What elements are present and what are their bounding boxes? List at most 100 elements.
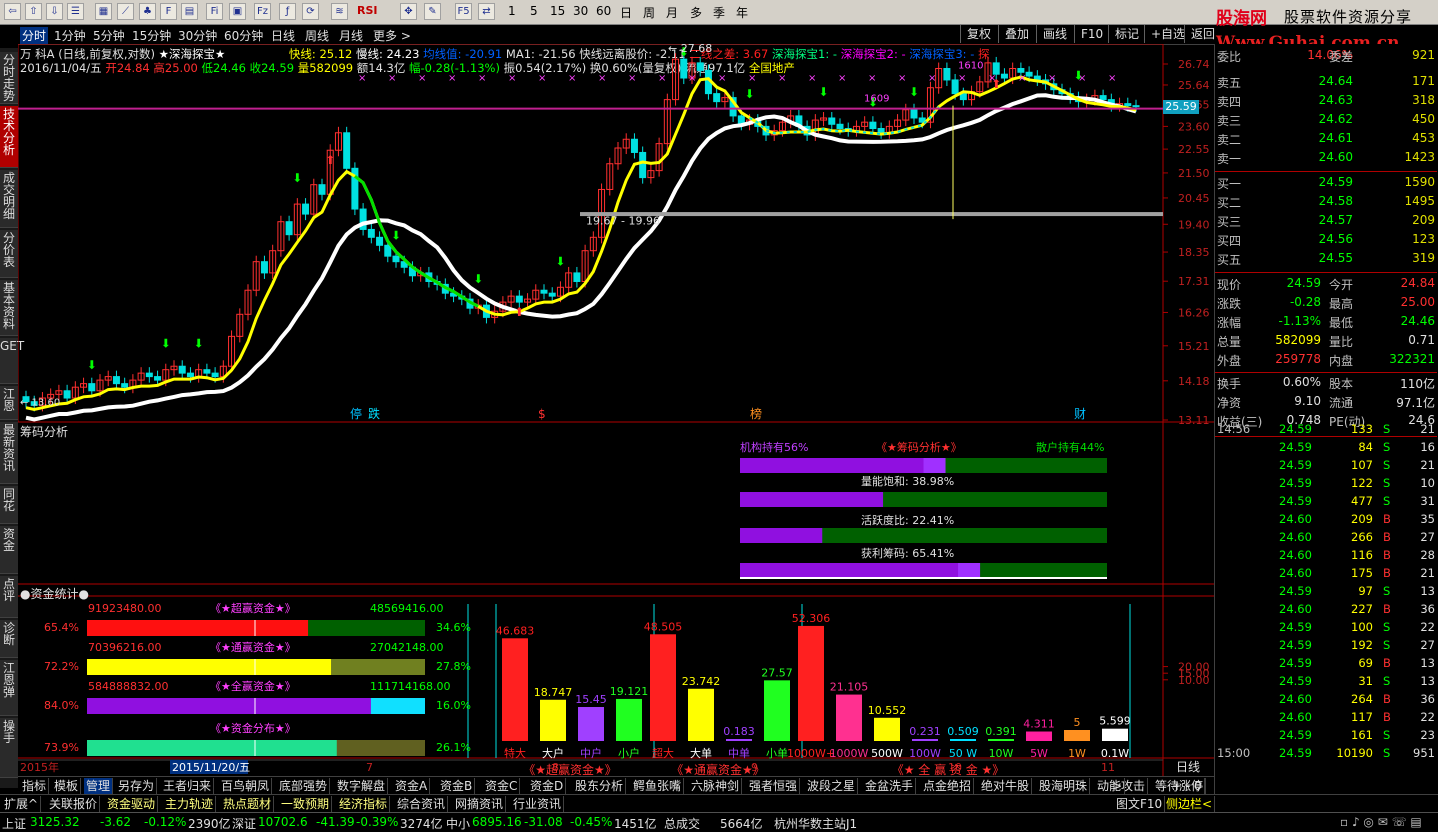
indicator-tab-7[interactable]: 数字解盘 xyxy=(335,778,389,794)
wave-icon[interactable]: ≋ xyxy=(331,3,348,20)
up-icon[interactable]: ⇧ xyxy=(25,3,42,20)
server-name[interactable]: 杭州华数主站J1 xyxy=(774,815,857,832)
indicator-tab-10[interactable]: 资金C xyxy=(483,778,521,794)
extension-tab-8[interactable]: 网摘资讯 xyxy=(453,796,507,812)
indicator-tab-17[interactable]: 金盆洗手 xyxy=(863,778,917,794)
side-tab-7[interactable]: 最新资讯 xyxy=(0,422,18,484)
fiz-icon[interactable]: Fz xyxy=(254,3,271,20)
line-chart-icon[interactable]: ⟋ xyxy=(117,3,134,20)
cycle-month-button[interactable]: 月 xyxy=(666,4,678,21)
overlay-button[interactable]: 叠加 xyxy=(998,25,1035,43)
indicator-tab-6[interactable]: 底部强势 xyxy=(277,778,331,794)
side-tab-8[interactable]: 同花 xyxy=(0,486,18,524)
kline-icon[interactable]: ♣ xyxy=(139,3,156,20)
period-15-button[interactable]: 15 xyxy=(550,4,565,18)
f10-text-button[interactable]: 图文F10 xyxy=(1114,796,1166,812)
cycle-multi-button[interactable]: 多 xyxy=(690,4,702,21)
mark-button[interactable]: 标记 xyxy=(1108,25,1145,43)
indicator-tab-20[interactable]: 股海明珠 xyxy=(1037,778,1091,794)
tab-15min[interactable]: 15分钟 xyxy=(132,27,171,44)
tray-icons[interactable]: ▫ ♪ ◎ ✉ ☏ ▤ xyxy=(1340,815,1422,829)
period-30-button[interactable]: 30 xyxy=(573,4,588,18)
side-tab-9[interactable]: 资金 xyxy=(0,526,18,574)
tab-intraday[interactable]: 分时 xyxy=(20,27,49,44)
period-60-button[interactable]: 60 xyxy=(596,4,611,18)
extension-tab-1[interactable]: 关联报价 xyxy=(47,796,101,812)
zoom-controls[interactable]: + - 0 xyxy=(1170,778,1205,794)
indicator-tab-2[interactable]: 管理 xyxy=(84,778,114,794)
extension-tab-2[interactable]: 资金驱动 xyxy=(105,796,159,812)
draw-line-button[interactable]: 画线 xyxy=(1036,25,1073,43)
side-tab-3[interactable]: 分价表 xyxy=(0,230,18,278)
side-tab-5[interactable]: GET xyxy=(0,338,24,384)
extension-tab-0[interactable]: 扩展^ xyxy=(2,796,42,812)
list-icon[interactable]: ☰ xyxy=(67,3,84,20)
back-button[interactable]: 返回 xyxy=(1184,25,1221,43)
move-icon[interactable]: ✥ xyxy=(400,3,417,20)
tab-5min[interactable]: 5分钟 xyxy=(93,27,125,44)
table-icon[interactable]: ▣ xyxy=(229,3,246,20)
switch-icon[interactable]: ⇄ xyxy=(478,3,495,20)
rsi-button[interactable]: RSI xyxy=(357,4,378,17)
restore-right-button[interactable]: 复权 xyxy=(960,25,997,43)
cycle-year-button[interactable]: 年 xyxy=(736,4,748,21)
extension-tab-5[interactable]: 一致预期 xyxy=(279,796,333,812)
side-tab-12[interactable]: 江恩弹 xyxy=(0,660,18,716)
indicator-tab-1[interactable]: 模板 xyxy=(52,778,82,794)
tab-daily[interactable]: 日线 xyxy=(271,27,295,44)
tabs-scroll-right-icon[interactable]: > xyxy=(1110,778,1126,794)
side-tab-11[interactable]: 诊断 xyxy=(0,620,18,658)
extension-tab-3[interactable]: 主力轨迹 xyxy=(163,796,217,812)
fin-icon[interactable]: Fi xyxy=(206,3,223,20)
f10-button[interactable]: F10 xyxy=(1074,25,1109,43)
indicator-tab-0[interactable]: 指标 xyxy=(20,778,50,794)
cycle-week-button[interactable]: 周 xyxy=(643,4,655,21)
indicator-tab-9[interactable]: 资金B xyxy=(438,778,476,794)
indicator-tab-16[interactable]: 波段之星 xyxy=(805,778,859,794)
indicator-tab-11[interactable]: 资金D xyxy=(528,778,567,794)
refresh-icon[interactable]: ⟳ xyxy=(302,3,319,20)
side-tab-1[interactable]: 技术分析 xyxy=(0,106,18,168)
back-icon[interactable]: ⇦ xyxy=(4,3,21,20)
side-tab-0[interactable]: 分时走势 xyxy=(0,52,18,104)
side-tab-10[interactable]: 点评 xyxy=(0,576,18,618)
side-tab-2[interactable]: 成交明细 xyxy=(0,170,18,228)
extension-tab-6[interactable]: 经济指标 xyxy=(337,796,391,812)
extension-tab-7[interactable]: 综合资讯 xyxy=(395,796,449,812)
period-5-button[interactable]: 5 xyxy=(530,4,538,18)
news-icon[interactable]: ▤ xyxy=(181,3,198,20)
indicator-tab-8[interactable]: 资金A xyxy=(393,778,431,794)
indicator-tab-12[interactable]: 股东分析 xyxy=(573,778,627,794)
tab-1min[interactable]: 1分钟 xyxy=(54,27,86,44)
sidebar-toggle-button[interactable]: 侧边栏< xyxy=(1164,796,1216,812)
cycle-day-button[interactable]: 日 xyxy=(620,4,632,21)
indicator-tab-3[interactable]: 另存为 xyxy=(116,778,158,794)
indicator-tab-18[interactable]: 点金绝招 xyxy=(921,778,975,794)
indicator-tab-4[interactable]: 王者归来 xyxy=(161,778,215,794)
f10-icon[interactable]: F xyxy=(160,3,177,20)
indicator-tab-15[interactable]: 强者恒强 xyxy=(747,778,801,794)
tab-30min[interactable]: 30分钟 xyxy=(178,27,217,44)
indicator-tab-14[interactable]: 六脉神剑 xyxy=(689,778,743,794)
down-icon[interactable]: ⇩ xyxy=(46,3,63,20)
side-tab-13[interactable]: 操手 xyxy=(0,718,18,778)
side-tab-4[interactable]: 基本资料 xyxy=(0,280,18,336)
f70-icon[interactable]: ƒ xyxy=(279,3,296,20)
tab-more[interactable]: 更多 > xyxy=(373,27,411,44)
indicator-tab-13[interactable]: 鳄鱼张嘴 xyxy=(631,778,685,794)
extension-tab-9[interactable]: 行业资讯 xyxy=(511,796,565,812)
sme-index-value: 6895.16 xyxy=(472,815,522,829)
indicator-tab-5[interactable]: 百鸟朝凤 xyxy=(219,778,273,794)
cycle-quarter-button[interactable]: 季 xyxy=(713,4,725,21)
period-1-button[interactable]: 1 xyxy=(508,4,516,18)
main-chart-area[interactable]: × × × × × × × × × × × × × × × × × × × × × × × × × ×⬇⬇ ⬇⬇⬆⬇⬇⬆⬇⬇⬇ ⬇⬇⬇… xyxy=(18,44,1214,779)
grid-icon[interactable]: ▦ xyxy=(95,3,112,20)
extension-tab-4[interactable]: 热点题材 xyxy=(221,796,275,812)
f5-icon[interactable]: F5 xyxy=(455,3,472,20)
tab-60min[interactable]: 60分钟 xyxy=(224,27,263,44)
side-tab-6[interactable]: 江恩 xyxy=(0,386,18,420)
tab-monthly[interactable]: 月线 xyxy=(339,27,363,44)
pen-icon[interactable]: ✎ xyxy=(424,3,441,20)
indicator-tab-19[interactable]: 绝对牛股 xyxy=(979,778,1033,794)
tab-weekly[interactable]: 周线 xyxy=(305,27,329,44)
